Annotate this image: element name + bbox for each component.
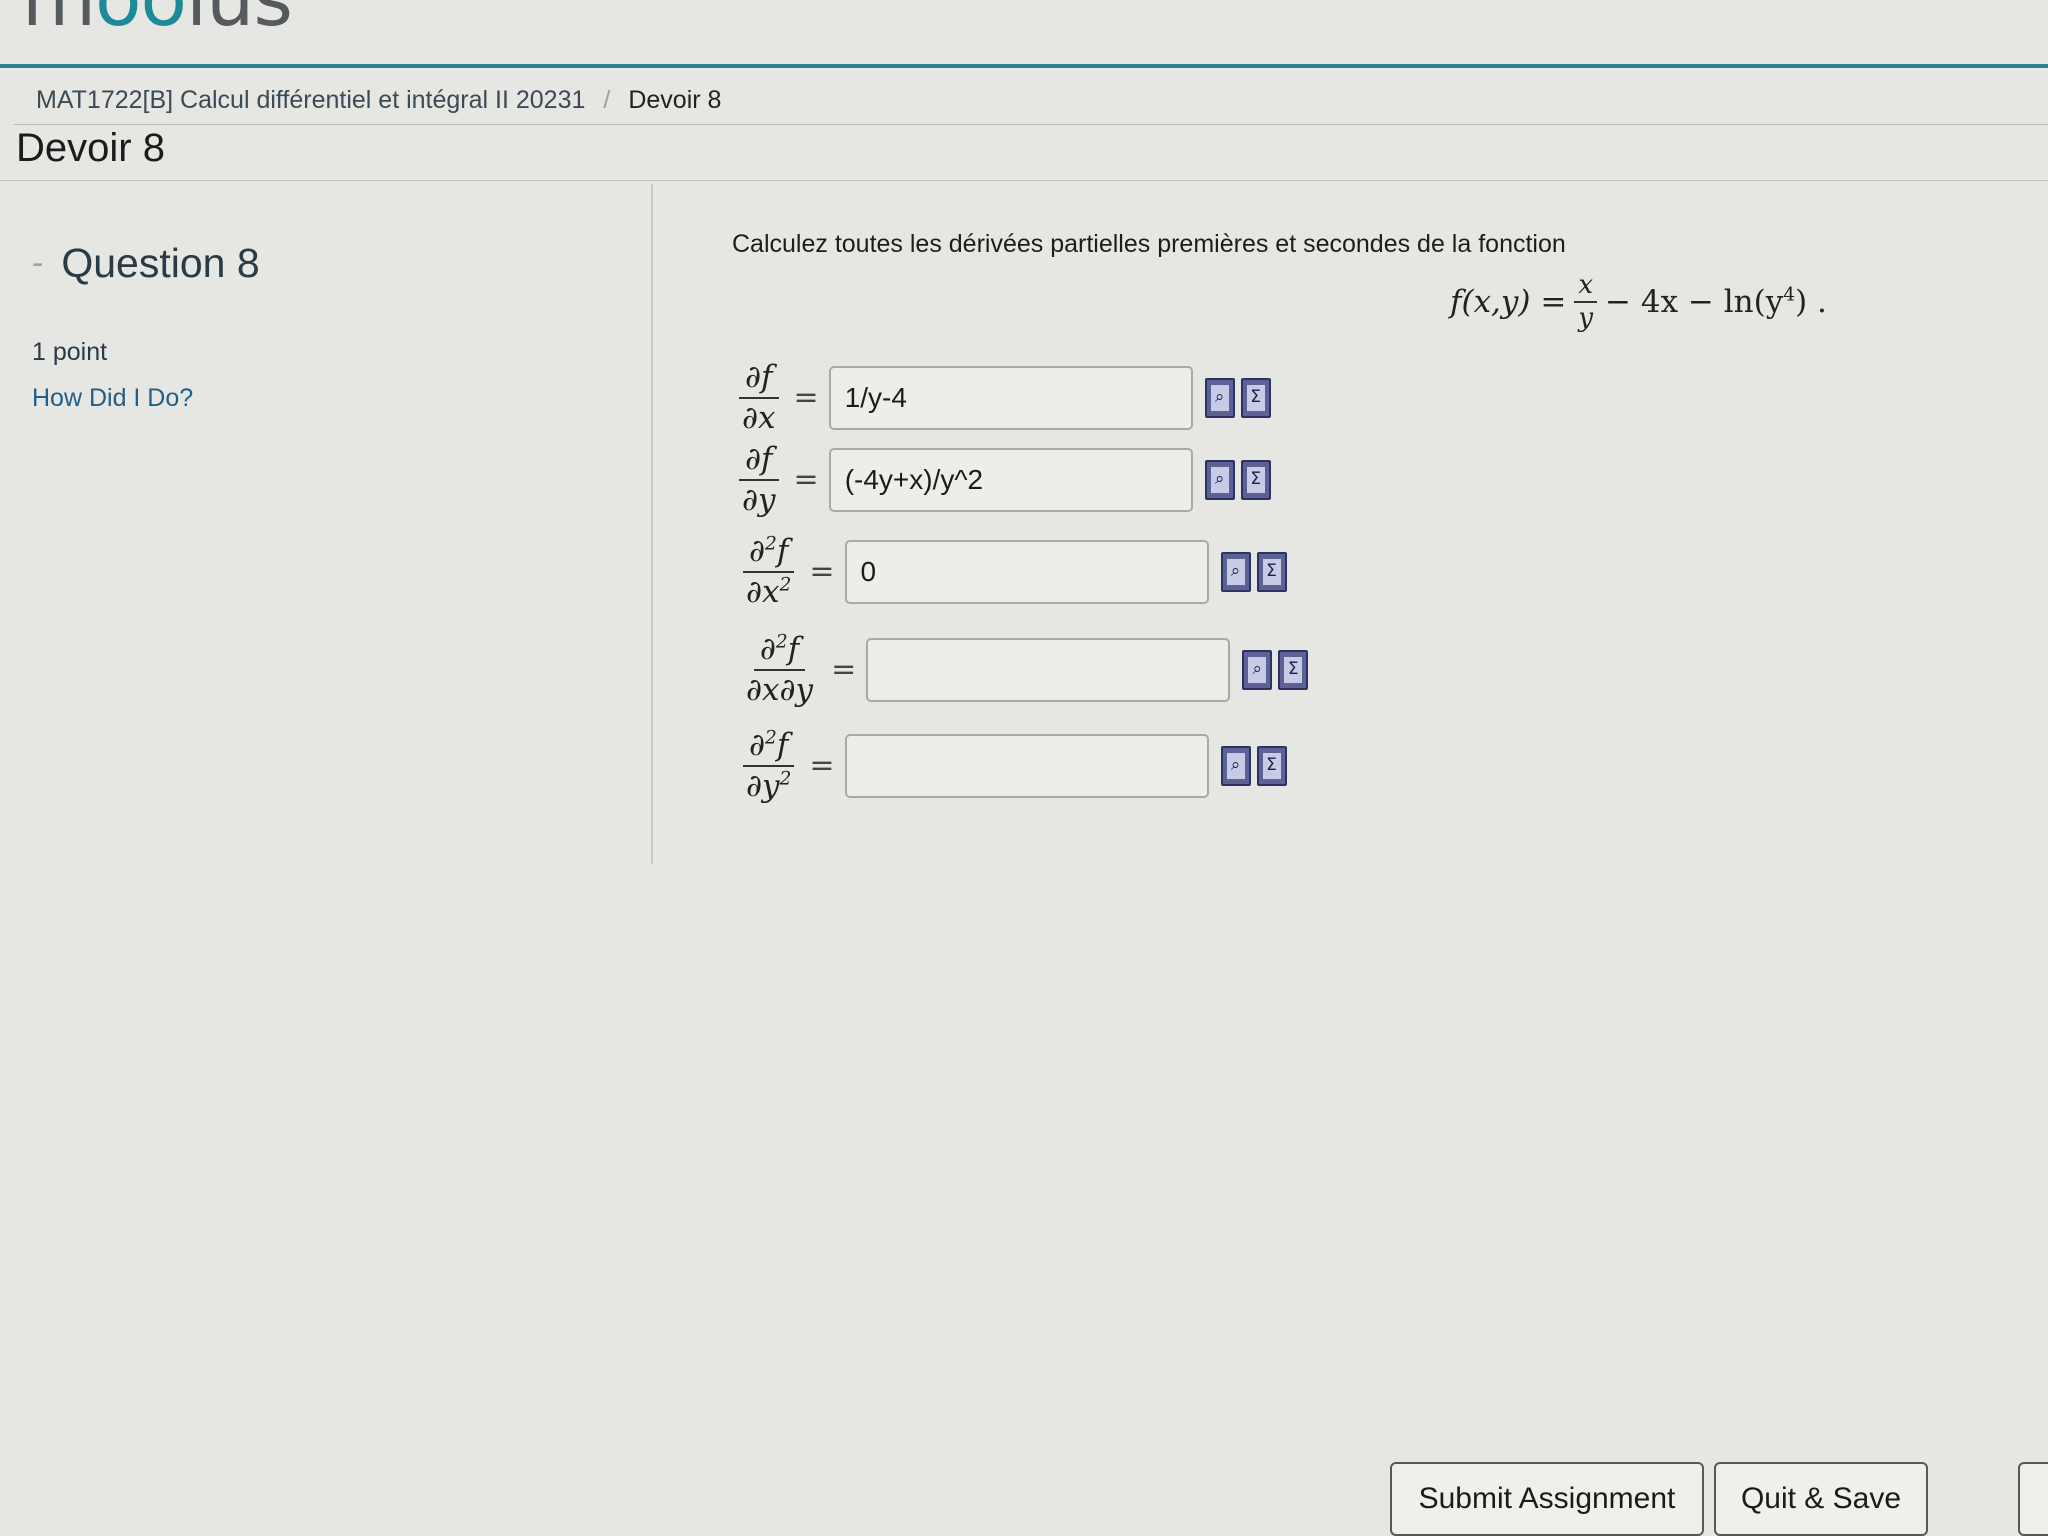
function-lhs: f(x,y) = — [1450, 284, 1567, 321]
equation-editor-icon[interactable]: Σ — [1256, 551, 1287, 592]
answer-input-d2f-dxdy[interactable] — [866, 637, 1231, 702]
derivative-label: ∂f ∂y — [736, 442, 782, 517]
answer-row-fxx: ∂2f ∂x2 = ⌕ Σ — [740, 534, 1287, 609]
equals-sign: = — [809, 554, 835, 590]
question-prompt: Calculez toutes les dérivées partielles … — [732, 230, 1566, 258]
function-fraction-numerator: x — [1574, 271, 1598, 304]
preview-icon[interactable]: ⌕ — [1220, 745, 1251, 786]
equation-editor-icon[interactable]: Σ — [1240, 377, 1271, 418]
submit-assignment-button[interactable]: Submit Assignment — [1390, 1462, 1704, 1536]
answer-row-fx: ∂f ∂x = ⌕ Σ — [736, 360, 1271, 435]
answer-input-df-dy[interactable] — [828, 447, 1193, 512]
breadcrumb: MAT1722[B] Calcul différentiel et intégr… — [36, 86, 721, 115]
derivative-label: ∂2f ∂x∂y — [746, 631, 814, 708]
breadcrumb-current: Devoir 8 — [628, 86, 722, 114]
quit-and-save-button[interactable]: Quit & Save — [1714, 1462, 1928, 1536]
breadcrumb-separator: / — [603, 86, 611, 114]
function-fraction: x y — [1574, 271, 1598, 334]
mobius-logo: mooius — [22, 0, 293, 43]
answer-row-fyy: ∂2f ∂y2 = ⌕ Σ — [740, 728, 1287, 803]
function-rest: − 4x − ln(y4) . — [1605, 284, 1827, 321]
equals-sign: = — [809, 748, 835, 784]
equals-sign: = — [793, 462, 819, 498]
breadcrumb-course-link[interactable]: MAT1722[B] Calcul différentiel et intégr… — [36, 86, 585, 115]
preview-icon[interactable]: ⌕ — [1204, 377, 1235, 418]
question-title: Question 8 — [61, 240, 260, 286]
answer-input-d2f-dy2[interactable] — [844, 733, 1209, 798]
preview-icon[interactable]: ⌕ — [1204, 459, 1235, 500]
page-title: Devoir 8 — [16, 126, 165, 170]
header-rule — [0, 64, 2048, 68]
derivative-label: ∂2f ∂y2 — [740, 728, 797, 803]
equation-editor-icon[interactable]: Σ — [1278, 649, 1309, 690]
title-divider — [0, 180, 2048, 181]
function-fraction-denominator: y — [1578, 303, 1594, 334]
answer-input-d2f-dx2[interactable] — [844, 539, 1209, 604]
function-definition: f(x,y) = x y − 4x − ln(y4) . — [1450, 271, 1827, 334]
equation-editor-icon[interactable]: Σ — [1256, 745, 1287, 786]
how-did-i-do-link[interactable]: How Did I Do? — [32, 384, 193, 413]
preview-icon[interactable]: ⌕ — [1220, 551, 1251, 592]
breadcrumb-divider — [14, 124, 2048, 125]
question-points: 1 point — [32, 338, 108, 366]
answer-row-fy: ∂f ∂y = ⌕ Σ — [736, 442, 1271, 517]
preview-icon[interactable]: ⌕ — [1242, 649, 1273, 690]
question-header[interactable]: - Question 8 — [32, 240, 260, 287]
derivative-label: ∂f ∂x — [736, 360, 782, 435]
answer-input-df-dx[interactable] — [828, 365, 1193, 430]
collapse-marker[interactable]: - — [32, 244, 43, 283]
equation-editor-icon[interactable]: Σ — [1240, 459, 1271, 500]
equals-sign: = — [793, 380, 819, 416]
equals-sign: = — [831, 652, 857, 688]
partial-button-edge[interactable] — [2018, 1462, 2048, 1536]
column-divider — [651, 184, 653, 864]
derivative-label: ∂2f ∂x2 — [740, 534, 797, 609]
answer-row-fxy: ∂2f ∂x∂y = ⌕ Σ — [740, 631, 1309, 708]
